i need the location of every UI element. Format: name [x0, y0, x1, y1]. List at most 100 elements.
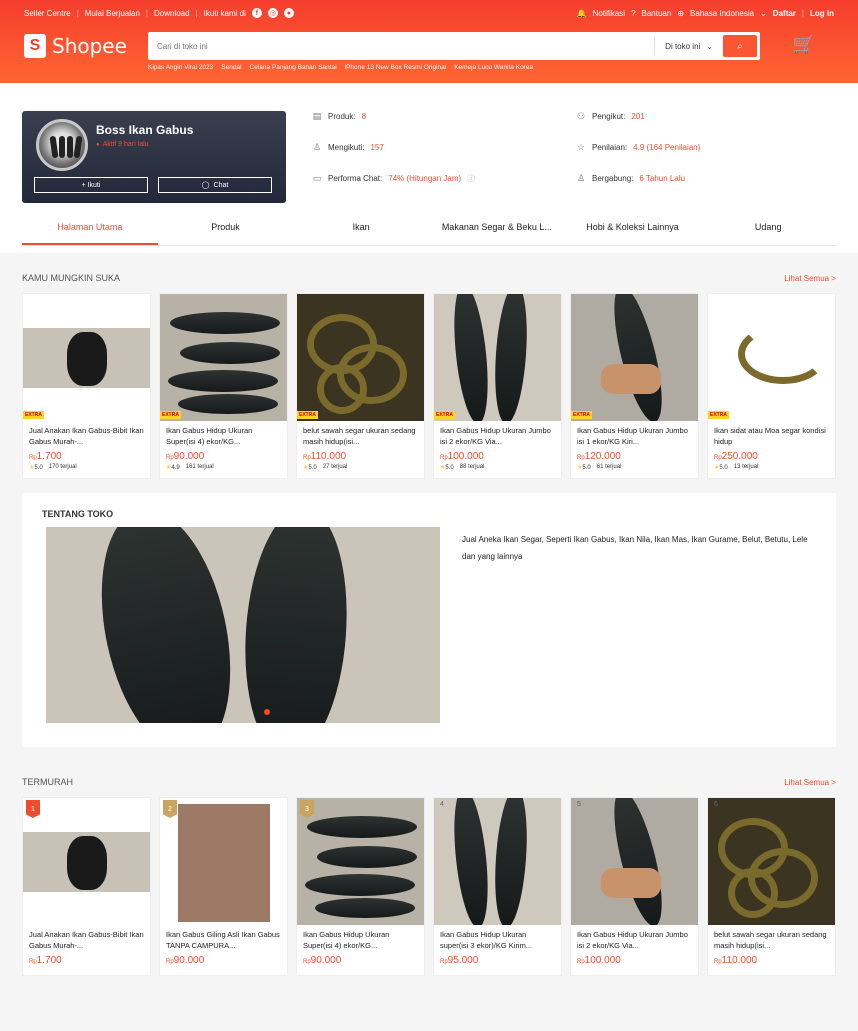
login-link[interactable]: Log In [810, 9, 834, 18]
follow-button[interactable]: + Ikuti [34, 177, 148, 193]
tab-shrimp[interactable]: Udang [700, 213, 836, 245]
rank-badge: 5 [577, 801, 581, 808]
rank-badge: 1 [26, 800, 40, 818]
followers-icon: ⚇ [576, 111, 586, 121]
tab-fish[interactable]: Ikan [293, 213, 429, 245]
product-card[interactable]: EXTRA Ikan Gabus Hidup Ukuran Jumbo isi 1… [570, 293, 699, 479]
product-card[interactable]: 3 Ikan Gabus Hidup Ukuran Super(isi 4) ek… [296, 797, 425, 976]
product-card[interactable]: 4 Ikan Gabus Hidup Ukuran super(isi 3 eko… [433, 797, 562, 976]
product-meta: ★5.0 13 terjual [708, 462, 835, 478]
stat-label: Pengikut: [592, 112, 626, 121]
cart-icon[interactable]: 🛒 [774, 34, 834, 55]
product-image: 4 [434, 798, 561, 925]
product-card[interactable]: EXTRA belut sawah segar ukuran sedang mas… [296, 293, 425, 479]
keyword-link[interactable]: Celana Panjang Bahan Santai [250, 64, 337, 71]
product-card[interactable]: 2 Ikan Gabus Giling Asli Ikan Gabus TANPA… [159, 797, 288, 976]
product-card[interactable]: 5 Ikan Gabus Hidup Ukuran Jumbo isi 2 eko… [570, 797, 699, 976]
product-title: Jual Anakan Ikan Gabus-Bibit Ikan Gabus … [29, 930, 144, 950]
language-select[interactable]: Bahasa Indonesia [690, 9, 754, 18]
register-link[interactable]: Daftar [773, 9, 796, 18]
tab-products[interactable]: Produk [158, 213, 294, 245]
start-selling-link[interactable]: Mulai Berjualan [85, 9, 140, 18]
product-card[interactable]: EXTRA Ikan Gabus Hidup Ukuran Jumbo isi 2… [433, 293, 562, 479]
stat-value: 4.9 (164 Penilaian) [633, 143, 701, 152]
stat-label: Bergabung: [592, 174, 634, 183]
sold-count: 27 terjual [322, 464, 348, 470]
rating: ★5.0 [440, 465, 454, 471]
star-icon: ★ [714, 465, 720, 471]
notifications-link[interactable]: Notifikasi [593, 9, 625, 18]
stat-rating: ☆ Penilaian: 4.9 (164 Penilaian) [576, 142, 836, 153]
product-title: belut sawah segar ukuran sedang masih hi… [714, 930, 827, 950]
top-nav: Seller Centre | Mulai Berjualan | Download… [0, 0, 858, 26]
instagram-icon[interactable]: ◎ [267, 8, 278, 18]
fish-shape [237, 527, 355, 723]
sold-count: 88 terjual [459, 464, 485, 470]
product-title: Ikan Gabus Hidup Ukuran Jumbo isi 2 ekor… [440, 426, 551, 446]
see-all-link[interactable]: Lihat Semua > [784, 778, 836, 787]
sold-count: 13 terjual [733, 464, 759, 470]
stat-label: Produk: [328, 112, 356, 121]
stat-value: 157 [370, 143, 384, 152]
tab-fresh-food[interactable]: Makanan Segar & Beku L... [429, 213, 565, 245]
product-price: Rp90.000 [166, 955, 205, 966]
product-image: 3 [297, 798, 424, 925]
about-title: TENTANG TOKO [42, 509, 114, 519]
shop-name: Boss Ikan Gabus [96, 123, 194, 137]
store-icon: ▤ [312, 111, 322, 121]
product-list: 1 Jual Anakan Ikan Gabus-Bibit Ikan Gabus… [22, 797, 836, 976]
product-price: Rp90.000 [166, 451, 205, 462]
extra-badge: EXTRA [571, 411, 592, 419]
shopee-header: Seller Centre | Mulai Berjualan | Download… [0, 0, 858, 83]
product-card[interactable]: EXTRA Jual Anakan Ikan Gabus-Bibit Ikan G… [22, 293, 151, 479]
keyword-link[interactable]: Sendal [221, 64, 241, 71]
product-title: Ikan Gabus Hidup Ukuran Jumbo isi 1 ekor… [577, 426, 688, 446]
rank-badge: 3 [300, 800, 314, 818]
chevron-down-icon: ⌄ [706, 41, 713, 51]
stat-value: 201 [631, 112, 645, 121]
download-link[interactable]: Download [154, 9, 190, 18]
product-price: Rp1.700 [29, 955, 62, 966]
star-icon: ★ [29, 465, 35, 471]
shop-avatar[interactable] [36, 119, 88, 171]
star-icon: ★ [577, 465, 583, 471]
product-image: 5 [571, 798, 698, 925]
user-icon: ♙ [312, 142, 322, 152]
search-scope-select[interactable]: Di toko ini ⌄ [654, 37, 723, 55]
product-title: Ikan Gabus Giling Asli Ikan Gabus TANPA … [166, 930, 280, 950]
product-card[interactable]: EXTRA Ikan Gabus Hidup Ukuran Super(isi 4… [159, 293, 288, 479]
product-meta: ★5.0 27 terjual [297, 462, 424, 478]
tab-hobby[interactable]: Hobi & Koleksi Lainnya [565, 213, 701, 245]
star-icon: ☆ [576, 142, 586, 152]
chat-bubble-icon: ▭ [312, 173, 322, 183]
stat-joined: ♙ Bergabung: 6 Tahun Lalu [576, 173, 836, 184]
shopee-bag-icon: S [24, 34, 46, 58]
extra-badge: EXTRA [434, 411, 455, 419]
search-input[interactable] [151, 41, 655, 51]
seller-centre-link[interactable]: Seller Centre [24, 9, 71, 18]
rating: ★5.0 [577, 465, 591, 471]
product-image: EXTRA [160, 294, 287, 421]
product-card[interactable]: 1 Jual Anakan Ikan Gabus-Bibit Ikan Gabus… [22, 797, 151, 976]
product-card[interactable]: 6 belut sawah segar ukuran sedang masih h… [707, 797, 836, 976]
keyword-link[interactable]: iPhone 13 New Box Resmi Original [345, 64, 447, 71]
info-icon[interactable]: ⓘ [467, 173, 475, 184]
facebook-icon[interactable]: f [251, 8, 262, 18]
chevron-down-icon: ⌄ [760, 8, 767, 18]
keyword-link[interactable]: Kemeja Lucu Wanita Korea [454, 64, 533, 71]
keyword-link[interactable]: Kipas Angin Viral 2023 [148, 64, 213, 71]
tab-home[interactable]: Halaman Utama [22, 213, 158, 245]
product-image: EXTRA [23, 294, 150, 421]
search-button[interactable]: ⌕ [723, 35, 757, 57]
stat-products: ▤ Produk: 8 [312, 111, 576, 122]
chat-button[interactable]: ◯ Chat [158, 177, 272, 193]
product-card[interactable]: EXTRA Ikan sidat atau Moa segar kondisi h… [707, 293, 836, 479]
carousel-dot[interactable] [264, 709, 270, 715]
see-all-link[interactable]: Lihat Semua > [784, 274, 836, 283]
stat-label: Performa Chat: [328, 174, 383, 183]
line-icon[interactable]: ● [283, 8, 294, 18]
stat-followers: ⚇ Pengikut: 201 [576, 111, 836, 122]
product-meta: ★4.9 161 terjual [160, 462, 287, 478]
help-link[interactable]: Bantuan [642, 9, 672, 18]
shopee-logo[interactable]: S Shopee [24, 34, 134, 58]
